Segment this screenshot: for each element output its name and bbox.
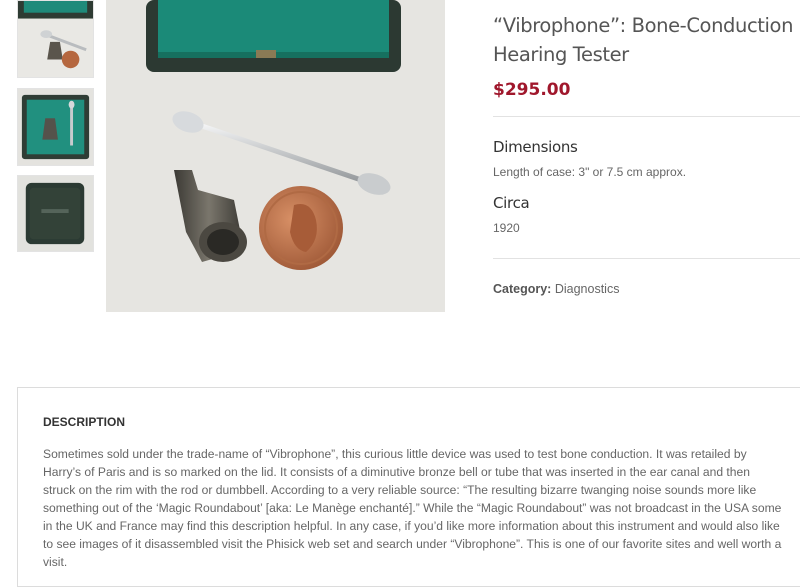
category-label: Category: [493, 282, 552, 296]
thumbnail-rod-and-coin-image [18, 1, 93, 77]
divider [493, 116, 800, 117]
divider [493, 258, 800, 259]
product-photo-rod-bell-coin [106, 0, 445, 312]
description-panel: DESCRIPTION Sometimes sold under the tra… [17, 387, 800, 587]
category-link-diagnostics[interactable]: Diagnostics [555, 282, 620, 296]
description-text: Sometimes sold under the trade-name of “… [43, 447, 782, 569]
product-category: Category: Diagnostics [493, 282, 619, 296]
attribute-circa-label: Circa [493, 194, 530, 212]
thumbnail-closed-case-image [18, 176, 93, 251]
thumbnail-open-case-image [18, 89, 93, 165]
thumbnail-rod-and-coin[interactable] [17, 0, 94, 78]
attribute-dimensions-label: Dimensions [493, 138, 578, 156]
attribute-circa-value: 1920 [493, 221, 520, 235]
thumbnail-open-case[interactable] [17, 88, 94, 166]
product-title: “Vibrophone”: Bone-Conduction Hearing Te… [493, 14, 794, 66]
main-product-image[interactable] [106, 0, 445, 312]
thumbnail-closed-case[interactable] [17, 175, 94, 252]
product-price: $295.00 [493, 80, 571, 100]
description-heading: DESCRIPTION [43, 415, 126, 429]
attribute-dimensions-value: Length of case: 3" or 7.5 cm approx. [493, 165, 687, 179]
